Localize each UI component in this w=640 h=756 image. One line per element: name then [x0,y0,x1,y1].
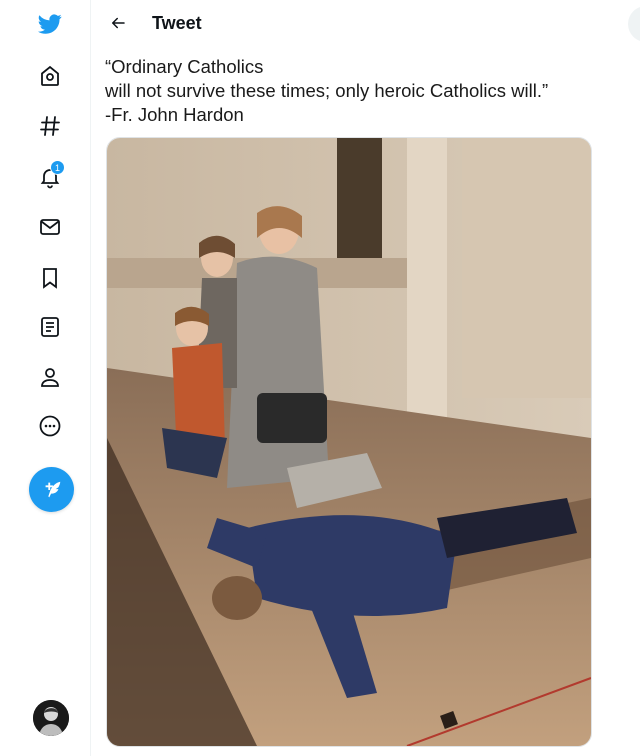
bookmarks-icon[interactable] [33,261,67,295]
profile-icon[interactable] [33,360,67,394]
header: Tweet [91,0,606,48]
home-icon[interactable] [33,59,67,93]
notification-badge: 1 [50,160,65,175]
tweet-photo[interactable] [106,137,592,747]
lists-icon[interactable] [33,310,67,344]
more-icon[interactable] [33,409,67,443]
notifications-bell-icon[interactable]: 1 [33,160,67,194]
twitter-logo-icon[interactable] [33,7,67,41]
right-panel [606,0,640,756]
sidebar: 1 [0,0,100,756]
feather-plus-icon [45,481,60,497]
main-column: Tweet “Ordinary Catholics will not survi… [90,0,607,756]
tweet-text: “Ordinary Catholics will not survive the… [105,55,600,127]
tweet-line: will not survive these times; only heroi… [105,80,549,101]
page-title: Tweet [152,13,202,33]
back-arrow-icon[interactable] [105,10,131,36]
tweet-line: -Fr. John Hardon [105,104,244,125]
messages-envelope-icon[interactable] [33,210,67,244]
compose-tweet-button[interactable] [29,467,74,512]
search-pill[interactable] [628,6,640,42]
tweet-line: “Ordinary Catholics [105,56,264,77]
explore-hashtag-icon[interactable] [33,109,67,143]
account-avatar[interactable] [33,700,69,736]
